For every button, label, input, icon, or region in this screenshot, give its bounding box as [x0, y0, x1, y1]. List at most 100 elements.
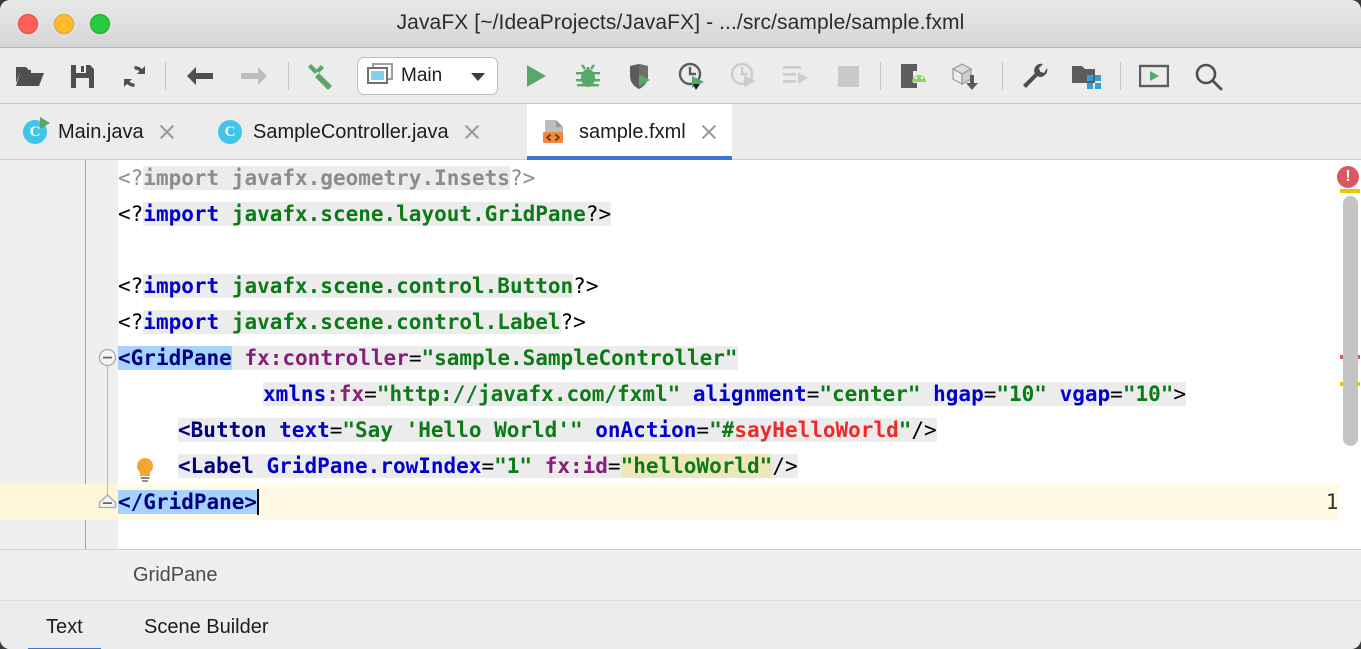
code-token: "http://javafx.com/fxml" [376, 382, 681, 406]
close-tab-icon[interactable] [158, 123, 176, 141]
editor-tab-samplecontroller-java[interactable]: C SampleController.java [203, 104, 495, 160]
code-token: = [364, 382, 377, 406]
code-token-identifier: helloWorld [633, 454, 760, 478]
navigate-back-icon[interactable] [182, 58, 218, 94]
code-line-1: <?import javafx.geometry.Insets?> [118, 160, 535, 196]
editor-tab-main-java[interactable]: C Main.java [8, 104, 190, 160]
code-token: fx:id [532, 454, 608, 478]
code-token: "10" [996, 382, 1047, 406]
code-line-6: <GridPane fx:controller="sample.SampleCo… [118, 340, 738, 376]
breadcrumb-item-gridpane[interactable]: GridPane [133, 564, 218, 587]
close-tab-icon[interactable] [463, 123, 481, 141]
breadcrumb[interactable]: GridPane [0, 549, 1361, 601]
code-editor[interactable]: 1 2 3 4 5 6 7 8 9 10 [0, 160, 1361, 549]
editor-tab-sample-fxml[interactable]: sample.fxml [527, 104, 732, 160]
code-line-4: <?import javafx.scene.control.Button?> [118, 268, 598, 304]
code-token: import [143, 274, 220, 298]
text-caret [257, 489, 260, 515]
debug-icon[interactable] [570, 58, 606, 94]
error-badge-icon[interactable]: ! [1337, 166, 1359, 188]
code-token: javafx.scene.layout.GridPane [219, 202, 586, 226]
java-class-runnable-icon: C [22, 117, 50, 145]
code-token: ?> [585, 202, 612, 226]
sync-refresh-icon[interactable] [116, 58, 152, 94]
code-token: = [806, 382, 820, 406]
fxml-file-icon [541, 118, 569, 146]
code-token: = [1110, 382, 1123, 406]
tab-scene-builder[interactable]: Scene Builder [144, 601, 269, 649]
code-token: "10" [1122, 382, 1174, 406]
tab-scene-builder-label: Scene Builder [144, 615, 269, 638]
settings-wrench-icon[interactable] [1016, 58, 1052, 94]
code-token: < [178, 454, 191, 478]
intention-lightbulb-icon[interactable] [134, 452, 160, 488]
code-token: javafx.scene.control.Label [219, 310, 561, 334]
fold-end-icon[interactable] [98, 490, 117, 509]
navigate-forward-icon[interactable] [236, 58, 272, 94]
window-title-bar: JavaFX [~/IdeaProjects/JavaFX] - .../src… [0, 0, 1361, 48]
profile-icon[interactable] [674, 58, 710, 94]
code-token-error: sayHelloWorld [734, 418, 899, 442]
run-with-coverage-icon[interactable] [622, 58, 658, 94]
code-token: </GridPane> [118, 490, 258, 514]
code-token: /> [911, 418, 937, 442]
code-token: "center" [819, 382, 921, 406]
code-token: GridPane.rowIndex [253, 454, 482, 478]
editor-marker-bar[interactable]: ! [1337, 160, 1361, 549]
code-token: < [178, 418, 191, 442]
code-token: <? [118, 310, 144, 334]
save-all-icon[interactable] [64, 58, 100, 94]
code-token: :fx [326, 382, 365, 406]
project-structure-icon[interactable] [1068, 58, 1104, 94]
code-token: " [620, 454, 634, 478]
warning-stripe[interactable] [1340, 189, 1360, 193]
window-title: JavaFX [~/IdeaProjects/JavaFX] - .../src… [396, 11, 965, 34]
java-class-icon: C [217, 119, 243, 145]
run-configuration-selector[interactable]: Main [357, 57, 498, 95]
search-everywhere-icon[interactable] [1190, 58, 1226, 94]
code-token: <? [118, 166, 144, 190]
code-token: <? [118, 202, 144, 226]
code-token: > [1173, 382, 1187, 406]
run-icon[interactable] [518, 58, 554, 94]
code-token: = [481, 454, 495, 478]
code-token: <? [118, 274, 144, 298]
editor-scrollbar-thumb[interactable] [1343, 196, 1358, 446]
code-token: ?> [560, 310, 586, 334]
code-token: # [721, 418, 735, 442]
build-hammer-icon[interactable] [304, 58, 340, 94]
chevron-down-icon[interactable] [471, 73, 485, 81]
error-badge-glyph: ! [1345, 168, 1351, 185]
editor-view-tab-bar: Text Scene Builder [0, 601, 1361, 649]
toolbar-separator [165, 62, 166, 90]
code-token: "sample.SampleController" [421, 346, 738, 370]
run-anything-icon[interactable] [1136, 58, 1172, 94]
code-line-7: xmlns:fx="http://javafx.com/fxml" alignm… [263, 376, 1187, 412]
code-token: xmlns [263, 382, 327, 406]
ide-window: JavaFX [~/IdeaProjects/JavaFX] - .../src… [0, 0, 1361, 649]
editor-tab-bar: C Main.java C SampleController.java samp… [0, 104, 1361, 160]
code-token: Label [190, 454, 254, 478]
code-token: GridPane [130, 346, 232, 370]
code-token: ?> [573, 274, 599, 298]
code-line-5: <?import javafx.scene.control.Label?> [118, 304, 586, 340]
code-line-2: <?import javafx.scene.layout.GridPane?> [118, 196, 612, 232]
code-token: onAction [582, 418, 697, 442]
code-token: = [696, 418, 710, 442]
tab-text[interactable]: Text [28, 601, 101, 649]
caret-row-highlight [118, 484, 1339, 520]
code-token: fx:controller [231, 346, 409, 370]
open-project-icon[interactable] [12, 58, 48, 94]
toolbar-separator [1120, 62, 1121, 90]
stop-icon [830, 58, 866, 94]
code-token: hgap [920, 382, 984, 406]
code-token: import [143, 310, 220, 334]
code-line-9: <Label GridPane.rowIndex="1" fx:id="hell… [178, 448, 798, 484]
close-tab-icon[interactable] [700, 123, 718, 141]
run-with-profiler-list-icon [778, 58, 814, 94]
code-token: "Say 'Hello World'" [342, 418, 583, 442]
code-token: = [408, 346, 422, 370]
fold-collapse-icon[interactable] [98, 348, 117, 367]
avd-manager-icon[interactable] [894, 58, 930, 94]
sdk-download-icon[interactable] [948, 58, 984, 94]
